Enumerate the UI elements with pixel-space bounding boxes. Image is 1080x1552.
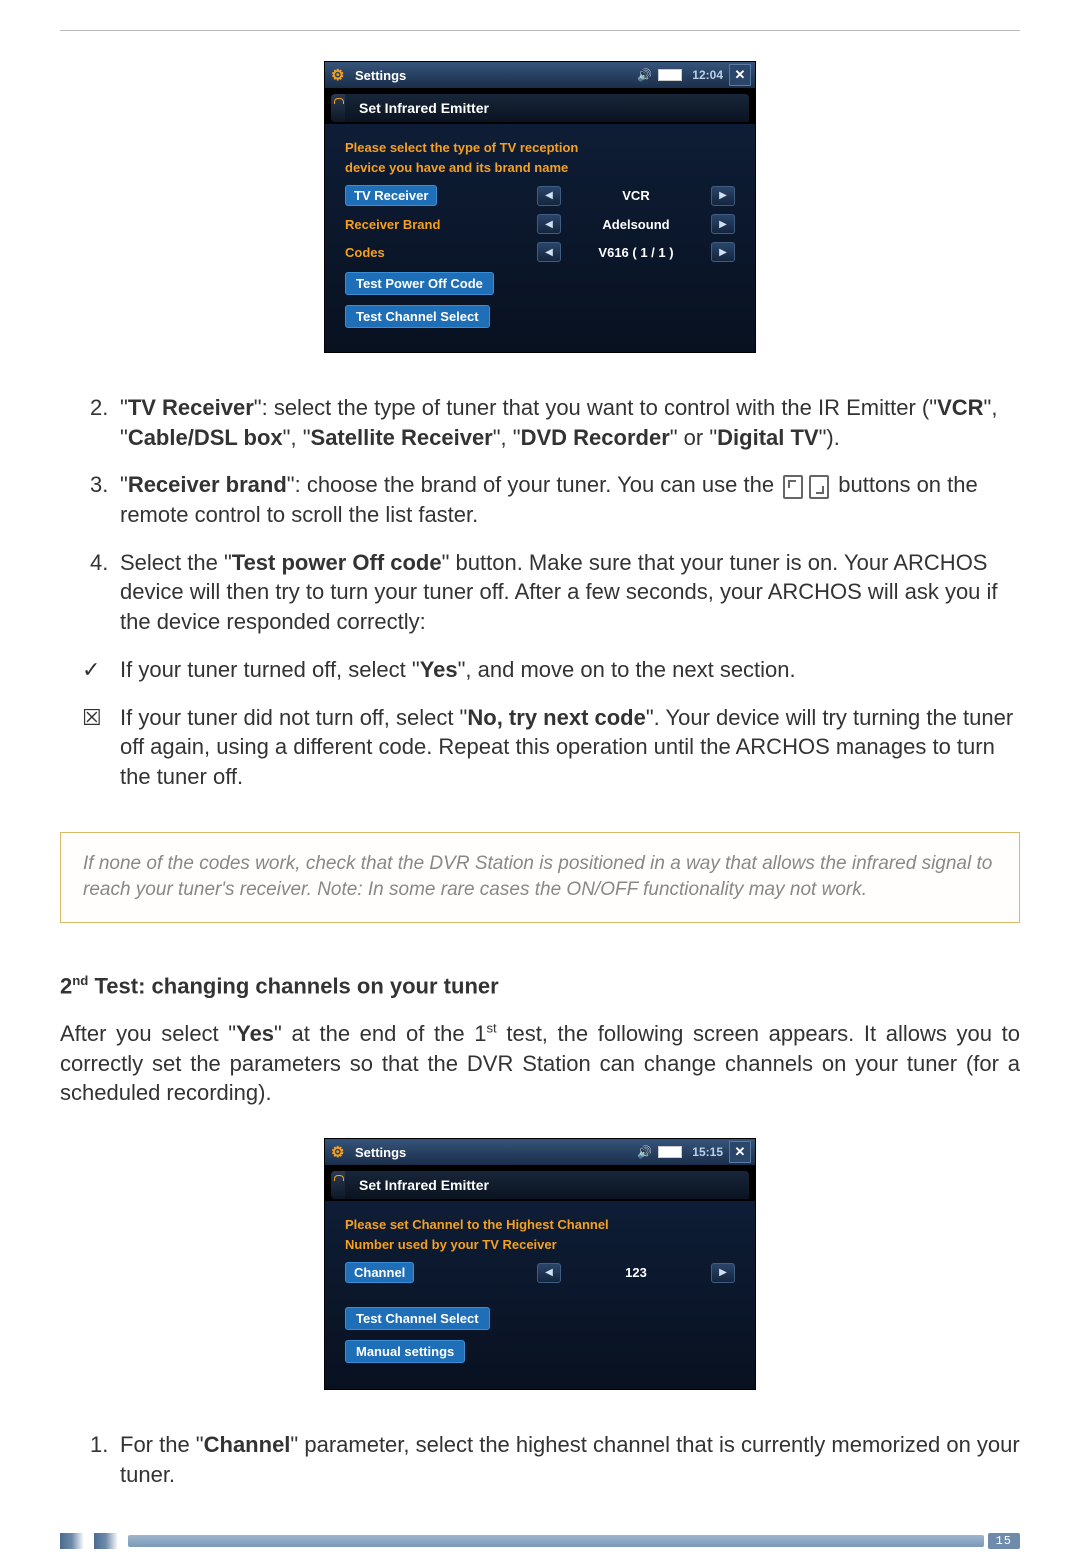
- tab-handle-icon: [331, 1171, 345, 1199]
- result-success: ✓ If your tuner turned off, select "Yes"…: [60, 655, 1020, 685]
- crossmark-icon: ☒: [82, 703, 102, 733]
- header-divider: [60, 30, 1020, 31]
- value-codes: V616 ( 1 / 1 ): [561, 245, 711, 260]
- value-tv-receiver: VCR: [561, 188, 711, 203]
- steps-list-first-test: "TV Receiver": select the type of tuner …: [60, 393, 1020, 637]
- section-heading-2nd-test: 2nd Test: changing channels on your tune…: [60, 973, 1020, 999]
- arrow-right-icon[interactable]: ▶: [711, 242, 735, 262]
- arrow-left-icon[interactable]: ◀: [537, 1263, 561, 1283]
- step-3: "Receiver brand": choose the brand of yo…: [60, 470, 1020, 529]
- arrow-right-icon[interactable]: ▶: [711, 186, 735, 206]
- tab-set-infrared-emitter: Set Infrared Emitter: [345, 1171, 749, 1199]
- test-channel-select-button[interactable]: Test Channel Select: [345, 305, 490, 328]
- test-channel-select-button[interactable]: Test Channel Select: [345, 1307, 490, 1330]
- steps-list-second-test: For the "Channel" parameter, select the …: [60, 1430, 1020, 1489]
- test-power-off-button[interactable]: Test Power Off Code: [345, 272, 494, 295]
- arrow-right-icon[interactable]: ▶: [711, 214, 735, 234]
- speaker-icon: 🔊: [637, 68, 652, 82]
- arrow-left-icon[interactable]: ◀: [537, 214, 561, 234]
- clock: 12:04: [692, 68, 723, 82]
- value-channel: 123: [561, 1265, 711, 1280]
- page-number: 15: [988, 1533, 1020, 1549]
- step-2: "TV Receiver": select the type of tuner …: [60, 393, 1020, 452]
- close-icon[interactable]: ✕: [729, 1141, 751, 1163]
- arrow-right-icon[interactable]: ▶: [711, 1263, 735, 1283]
- note-box: If none of the codes work, check that th…: [60, 832, 1020, 923]
- paragraph-2nd-test: After you select "Yes" at the end of the…: [60, 1019, 1020, 1108]
- step-1: For the "Channel" parameter, select the …: [60, 1430, 1020, 1489]
- battery-icon: [658, 1146, 682, 1158]
- footer-left-decoration: [60, 1533, 90, 1549]
- footer-left-decoration: [94, 1533, 124, 1549]
- row-tv-receiver: TV Receiver ◀ VCR ▶: [345, 185, 735, 206]
- window-titlebar: ⚙ Settings 🔊 12:04 ✕: [325, 62, 755, 88]
- value-receiver-brand: Adelsound: [561, 217, 711, 232]
- window-titlebar: ⚙ Settings 🔊 15:15 ✕: [325, 1139, 755, 1165]
- instruction-line-2: device you have and its brand name: [345, 158, 735, 178]
- tab-set-infrared-emitter: Set Infrared Emitter: [345, 94, 749, 122]
- instruction-line-2: Number used by your TV Receiver: [345, 1235, 735, 1255]
- arrow-left-icon[interactable]: ◀: [537, 186, 561, 206]
- row-codes: Codes ◀ V616 ( 1 / 1 ) ▶: [345, 242, 735, 262]
- screenshot-ir-emitter-1: ⚙ Settings 🔊 12:04 ✕ Set Infrared Emitte…: [324, 61, 756, 353]
- scroll-down-icon: [809, 475, 829, 499]
- footer-bar: [128, 1535, 984, 1547]
- instruction-line-1: Please select the type of TV reception: [345, 138, 735, 158]
- row-receiver-brand: Receiver Brand ◀ Adelsound ▶: [345, 214, 735, 234]
- gear-icon: ⚙: [331, 1143, 349, 1161]
- window-title: Settings: [355, 1145, 406, 1160]
- step-4: Select the "Test power Off code" button.…: [60, 548, 1020, 637]
- instruction-line-1: Please set Channel to the Highest Channe…: [345, 1215, 735, 1235]
- window-title: Settings: [355, 68, 406, 83]
- arrow-left-icon[interactable]: ◀: [537, 242, 561, 262]
- page-footer: 15: [60, 1530, 1020, 1552]
- label-receiver-brand[interactable]: Receiver Brand: [345, 217, 475, 232]
- result-failure: ☒ If your tuner did not turn off, select…: [60, 703, 1020, 792]
- battery-icon: [658, 69, 682, 81]
- label-tv-receiver[interactable]: TV Receiver: [345, 185, 437, 206]
- speaker-icon: 🔊: [637, 1145, 652, 1159]
- screenshot-ir-emitter-2: ⚙ Settings 🔊 15:15 ✕ Set Infrared Emitte…: [324, 1138, 756, 1390]
- close-icon[interactable]: ✕: [729, 64, 751, 86]
- tab-handle-icon: [331, 94, 345, 122]
- row-channel: Channel ◀ 123 ▶: [345, 1262, 735, 1283]
- scroll-up-icon: [783, 475, 803, 499]
- clock: 15:15: [692, 1145, 723, 1159]
- checkmark-icon: ✓: [82, 655, 100, 685]
- label-channel[interactable]: Channel: [345, 1262, 414, 1283]
- label-codes[interactable]: Codes: [345, 245, 475, 260]
- manual-settings-button[interactable]: Manual settings: [345, 1340, 465, 1363]
- gear-icon: ⚙: [331, 66, 349, 84]
